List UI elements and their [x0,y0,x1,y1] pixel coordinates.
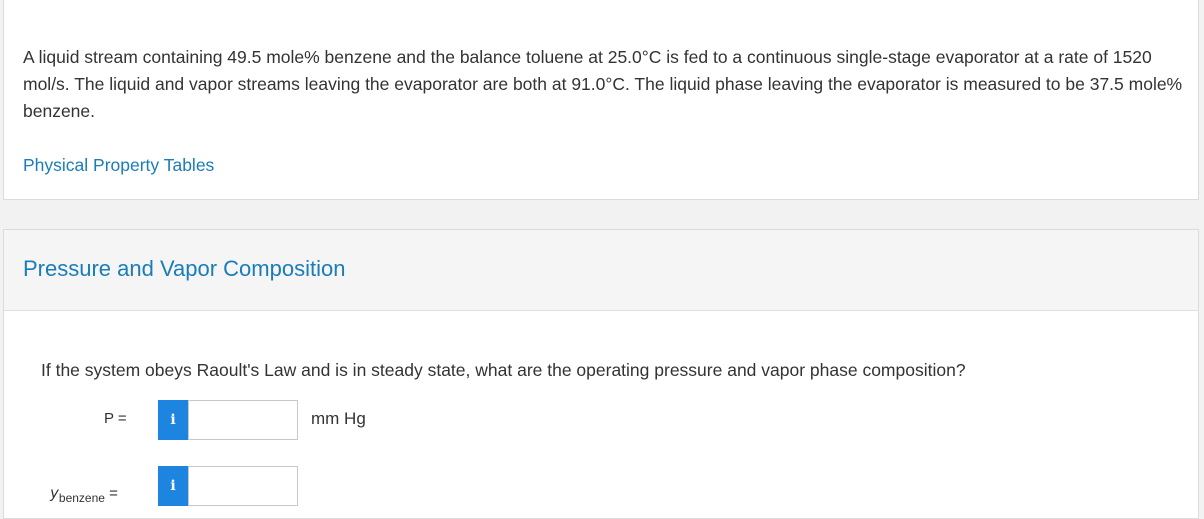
pressure-info-icon[interactable]: i [158,400,188,440]
pressure-label: P = [104,410,127,427]
y-benzene-info-icon[interactable]: i [158,466,188,506]
y-subscript: benzene [58,491,105,505]
y-variable: y [50,484,59,502]
problem-statement-card: A liquid stream containing 49.5 mole% be… [3,0,1199,200]
section-title: Pressure and Vapor Composition [23,256,346,281]
y-equals: = [109,485,118,502]
pressure-unit: mm Hg [311,409,366,428]
section-header: Pressure and Vapor Composition [4,230,1198,311]
problem-text: A liquid stream containing 49.5 mole% be… [23,47,1183,121]
physical-property-tables-link[interactable]: Physical Property Tables [23,155,214,176]
question-text: If the system obeys Raoult's Law and is … [41,360,966,380]
y-benzene-label: ybenzene = [50,484,118,505]
pressure-input[interactable] [188,400,298,440]
pressure-vapor-section: Pressure and Vapor Composition If the sy… [3,229,1199,519]
y-benzene-input[interactable] [188,466,298,506]
